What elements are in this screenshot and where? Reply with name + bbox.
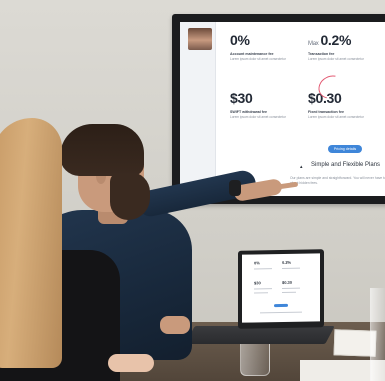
section-text: Our plans are simple and straightforward…: [290, 176, 385, 185]
pricing-card-swift-fee: $30 SWIFT withdrawal fee Lorem ipsum dol…: [230, 90, 302, 119]
man-beard: [110, 172, 150, 220]
text-line: [282, 267, 300, 269]
water-bottle: [370, 288, 385, 381]
text-line: [282, 291, 296, 293]
video-call-avatar: [188, 28, 212, 50]
text-line: [260, 311, 302, 314]
section-heading: Simple and Flexible Plans: [311, 162, 381, 168]
pricing-card-fixed-fee: $0.30 Fixed transaction fee Lorem ipsum …: [308, 90, 380, 119]
wall-tv: 0% Account maintenance fee Lorem ipsum d…: [172, 14, 385, 204]
pricing-desc: Lorem ipsum dolor sit amet consectetur: [230, 115, 286, 119]
woman-hair: [0, 118, 62, 368]
woman-hand: [108, 354, 154, 372]
text-line: [254, 292, 268, 294]
pricing-value: Max 0.2%: [308, 32, 352, 48]
meeting-room-scene: 0% Account maintenance fee Lorem ipsum d…: [0, 0, 385, 381]
pricing-card-transaction-fee: Max 0.2% Transaction fee Lorem ipsum dolo…: [308, 32, 380, 61]
laptop-screen: 0% 0.2% $30 $0.30: [242, 253, 320, 323]
bullet-icon: ▴: [300, 164, 303, 170]
pricing-desc: Lorem ipsum dolor sit amet consectetur: [230, 57, 286, 61]
pricing-name: SWIFT withdrawal fee: [230, 110, 267, 114]
text-line: [254, 288, 272, 290]
tv-sidebar: [180, 22, 216, 196]
laptop-value: 0%: [254, 260, 260, 266]
pricing-name: Fixed transaction fee: [308, 110, 344, 114]
man-hair: [60, 124, 144, 176]
laptop-button: [274, 303, 288, 308]
pricing-desc: Lorem ipsum dolor sit amet consectetur: [308, 57, 364, 61]
laptop-value: $30: [254, 280, 261, 286]
man-hand: [160, 316, 190, 334]
pricing-details-button[interactable]: Pricing details: [328, 145, 362, 153]
laptop: 0% 0.2% $30 $0.30: [238, 249, 324, 329]
pricing-name: Transaction fee: [308, 52, 335, 56]
laptop-keyboard: [185, 326, 335, 344]
pricing-value: $30: [230, 90, 253, 106]
pricing-value: 0%: [230, 32, 250, 48]
text-line: [282, 287, 300, 289]
pricing-name: Account maintenance fee: [230, 52, 274, 56]
pricing-desc: Lorem ipsum dolor sit amet consectetur: [308, 115, 364, 119]
laptop-value: 0.2%: [282, 259, 292, 265]
tv-screen: 0% Account maintenance fee Lorem ipsum d…: [180, 22, 385, 196]
smartwatch: [229, 180, 241, 196]
text-line: [254, 268, 272, 270]
pricing-card-account-fee: 0% Account maintenance fee Lorem ipsum d…: [230, 32, 302, 61]
laptop-value: $0.30: [282, 279, 293, 285]
